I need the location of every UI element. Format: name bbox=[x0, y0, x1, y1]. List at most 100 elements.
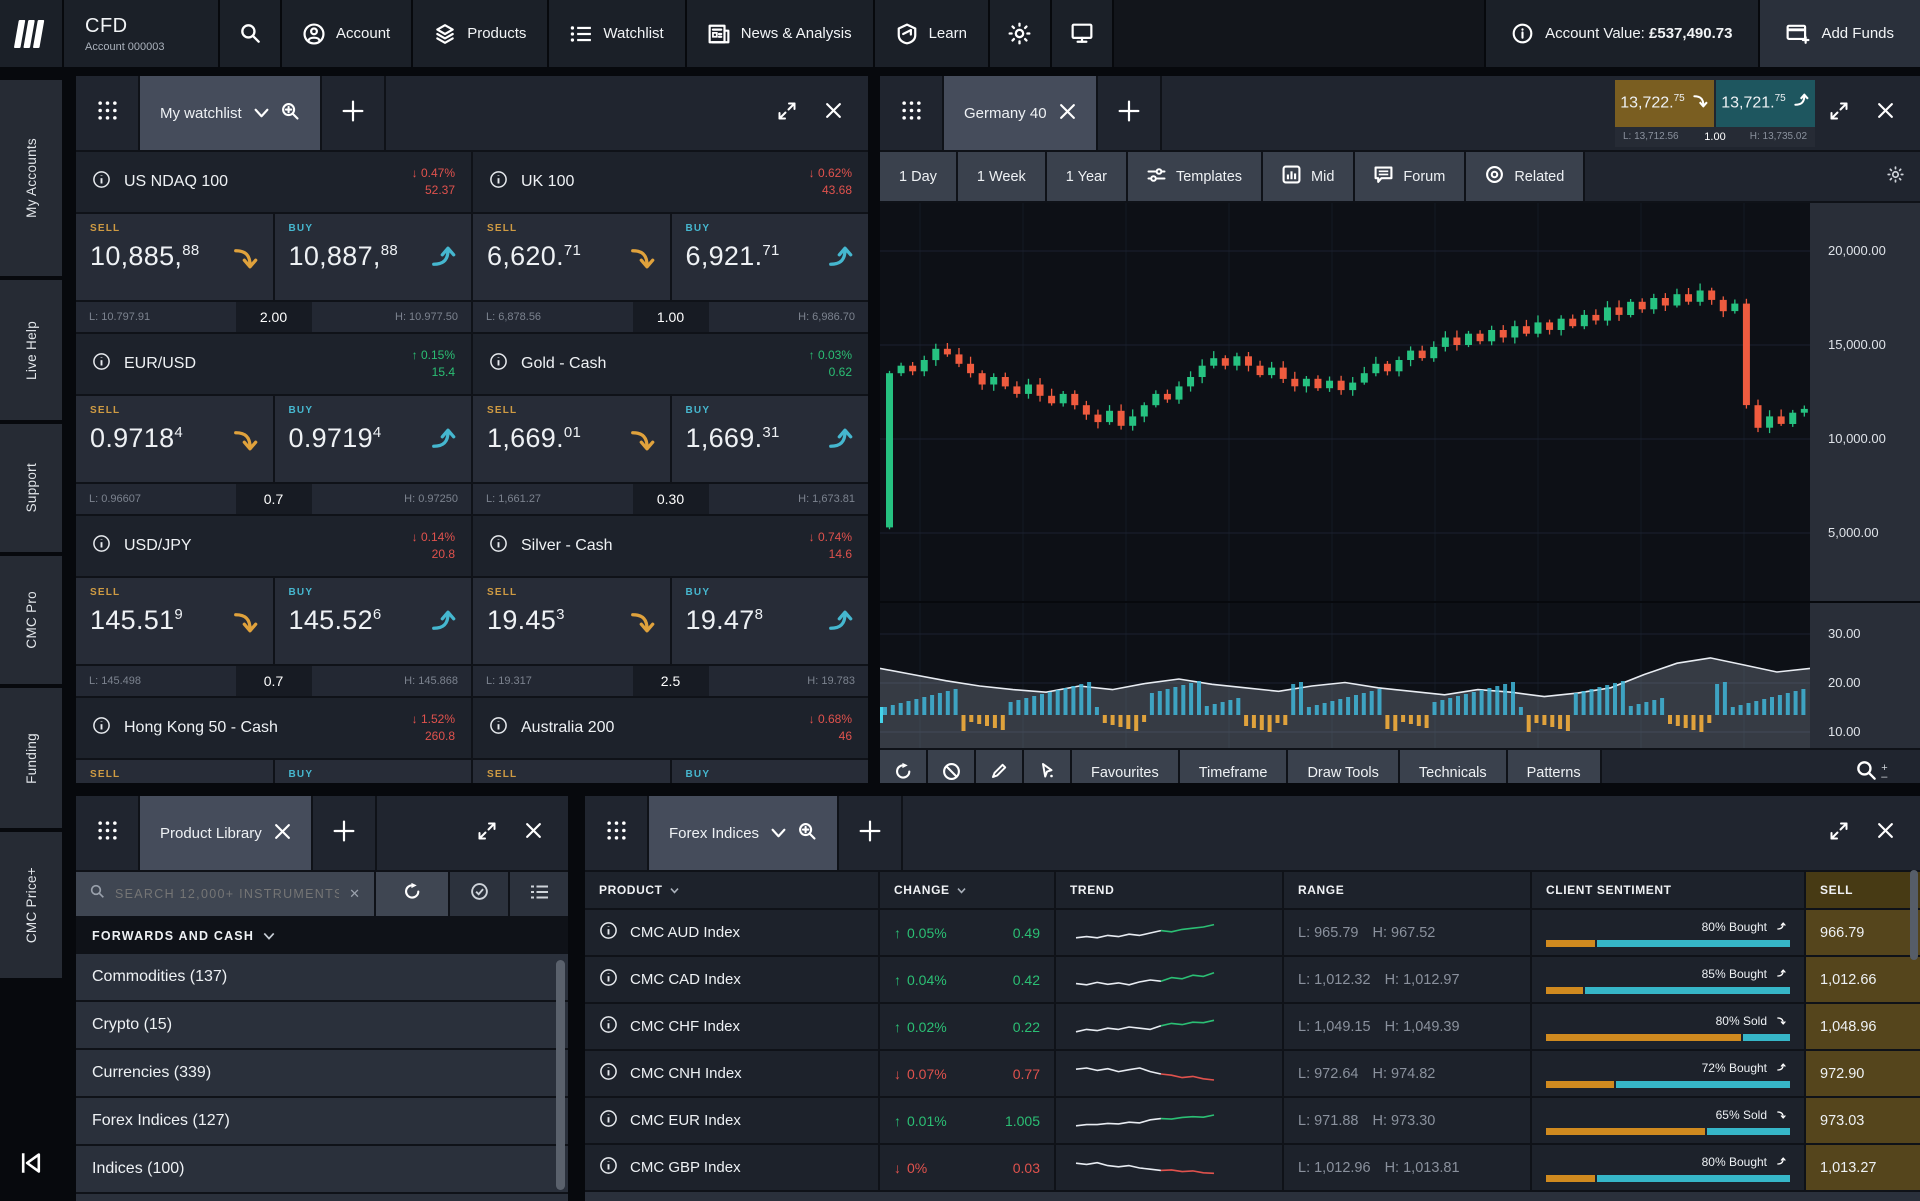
forum-button[interactable]: Forum bbox=[1355, 152, 1464, 201]
search-button[interactable] bbox=[220, 0, 280, 67]
forex-row[interactable]: CMC CHF Index ↑ 0.02% 0.22 L: 1,049.15 H… bbox=[585, 1004, 1920, 1049]
product-cell[interactable]: CMC EUR Index bbox=[585, 1098, 878, 1143]
buy-button[interactable]: BUY bbox=[672, 760, 869, 783]
timeframe-1week-button[interactable]: 1 Week bbox=[958, 152, 1045, 201]
close-icon[interactable] bbox=[525, 822, 542, 844]
settings-button[interactable] bbox=[990, 0, 1050, 67]
instrument-name-row[interactable]: Hong Kong 50 - Cash ↓ 1.52%260.8 bbox=[76, 698, 471, 758]
product-cell[interactable]: CMC GBP Index bbox=[585, 1145, 878, 1190]
nav-products[interactable]: Products bbox=[413, 0, 547, 67]
product-cell[interactable]: CMC AUD Index bbox=[585, 910, 878, 955]
buy-button[interactable]: BUY 1,669.31 bbox=[672, 396, 869, 482]
chart-area[interactable]: 20,000.0015,000.0010,000.005,000.0030.00… bbox=[880, 203, 1920, 748]
sell-button[interactable]: SELL 145.519 bbox=[76, 578, 273, 664]
sell-button[interactable]: SELL 0.97184 bbox=[76, 396, 273, 482]
forex-row[interactable]: CMC GBP Index ↓ 0% 0.03 L: 1,012.96 H: 1… bbox=[585, 1145, 1920, 1190]
buy-button[interactable]: BUY bbox=[275, 760, 472, 783]
sell-button[interactable]: 1,012.66 bbox=[1806, 957, 1920, 1002]
product-library-tab[interactable]: Product Library bbox=[140, 796, 311, 870]
sell-button[interactable]: SELL 1,669.01 bbox=[473, 396, 670, 482]
clear-search-icon[interactable]: ✕ bbox=[349, 886, 360, 902]
category-row[interactable]: Indices (100) bbox=[76, 1146, 568, 1192]
category-row[interactable]: Crypto (15) bbox=[76, 1002, 568, 1048]
info-circle-icon[interactable] bbox=[489, 352, 508, 376]
category-row[interactable]: Commodities (137) bbox=[76, 954, 568, 1000]
refresh-list-button[interactable] bbox=[376, 872, 448, 916]
add-funds-button[interactable]: Add Funds bbox=[1760, 0, 1920, 67]
instrument-name-row[interactable]: Silver - Cash ↓ 0.74%14.6 bbox=[473, 516, 868, 576]
info-circle-icon[interactable] bbox=[92, 716, 111, 740]
close-icon[interactable] bbox=[825, 102, 842, 124]
info-circle-icon[interactable] bbox=[599, 1062, 618, 1085]
forex-row[interactable]: CMC AUD Index ↑ 0.05% 0.49 L: 965.79 H: … bbox=[585, 910, 1920, 955]
sidebar-item-cmc-pro[interactable]: CMC Pro bbox=[0, 556, 62, 684]
maximize-icon[interactable] bbox=[1829, 101, 1849, 126]
mid-button[interactable]: Mid bbox=[1263, 152, 1353, 201]
timeframe-button[interactable]: Timeframe bbox=[1180, 750, 1287, 783]
close-icon[interactable] bbox=[274, 823, 291, 844]
col-product[interactable]: PRODUCT bbox=[585, 872, 878, 908]
info-circle-icon[interactable] bbox=[489, 534, 508, 558]
pointer-button[interactable] bbox=[1024, 750, 1070, 783]
chart-zoom-control[interactable]: +– bbox=[1840, 760, 1904, 783]
info-circle-icon[interactable] bbox=[599, 1109, 618, 1132]
maximize-icon[interactable] bbox=[1829, 821, 1849, 846]
panel-drag-handle[interactable] bbox=[880, 76, 942, 150]
info-circle-icon[interactable] bbox=[92, 534, 111, 558]
list-view-button[interactable] bbox=[510, 872, 568, 916]
info-circle-icon[interactable] bbox=[92, 352, 111, 376]
instrument-name-row[interactable]: US NDAQ 100 ↓ 0.47%52.37 bbox=[76, 152, 471, 212]
col-sell[interactable]: SELL bbox=[1806, 872, 1920, 908]
draw-tools-button[interactable]: Draw Tools bbox=[1288, 750, 1397, 783]
product-cell[interactable]: CMC CNH Index bbox=[585, 1051, 878, 1096]
panel-drag-handle[interactable] bbox=[76, 796, 138, 870]
sell-button[interactable]: 1,048.96 bbox=[1806, 1004, 1920, 1049]
forex-row[interactable]: CMC CNH Index ↓ 0.07% 0.77 L: 972.64 H: … bbox=[585, 1051, 1920, 1096]
sidebar-item-live-help[interactable]: Live Help bbox=[0, 280, 62, 420]
zoom-search-icon[interactable] bbox=[281, 102, 300, 125]
close-icon[interactable] bbox=[1877, 102, 1894, 124]
buy-button[interactable]: BUY 0.97194 bbox=[275, 396, 472, 482]
draw-button[interactable] bbox=[976, 750, 1022, 783]
sidebar-item-cmc-price-plus[interactable]: CMC Price+ bbox=[0, 832, 62, 978]
favourites-button[interactable]: Favourites bbox=[1072, 750, 1178, 783]
col-range[interactable]: RANGE bbox=[1284, 872, 1530, 908]
sidebar-item-funding[interactable]: Funding bbox=[0, 688, 62, 828]
add-tab-button[interactable] bbox=[322, 76, 384, 150]
buy-button[interactable]: BUY 6,921.71 bbox=[672, 214, 869, 300]
forex-row[interactable]: CMC EUR Index ↑ 0.01% 1.005 L: 971.88 H:… bbox=[585, 1098, 1920, 1143]
watchlist-tab[interactable]: My watchlist bbox=[140, 76, 320, 150]
chart-sell-button[interactable]: 13,722.75 bbox=[1615, 80, 1714, 127]
maximize-icon[interactable] bbox=[477, 821, 497, 846]
panel-drag-handle[interactable] bbox=[585, 796, 647, 870]
instrument-name-row[interactable]: UK 100 ↓ 0.62%43.68 bbox=[473, 152, 868, 212]
patterns-button[interactable]: Patterns bbox=[1508, 750, 1600, 783]
info-circle-icon[interactable] bbox=[92, 170, 111, 194]
chevron-down-icon[interactable] bbox=[771, 825, 786, 842]
panel-drag-handle[interactable] bbox=[76, 76, 138, 150]
close-icon[interactable] bbox=[1877, 822, 1894, 844]
close-icon[interactable] bbox=[1059, 103, 1076, 124]
add-tab-button[interactable] bbox=[313, 796, 375, 870]
product-cell[interactable]: CMC CAD Index bbox=[585, 957, 878, 1002]
category-row[interactable]: Forex Indices (127) bbox=[76, 1098, 568, 1144]
zoom-plus-minus[interactable]: +– bbox=[1881, 764, 1887, 782]
disable-drawings-button[interactable] bbox=[928, 750, 974, 783]
sell-button[interactable]: 972.90 bbox=[1806, 1051, 1920, 1096]
buy-button[interactable]: BUY 10,887,88 bbox=[275, 214, 472, 300]
chart-tab-germany-40[interactable]: Germany 40 bbox=[944, 76, 1096, 150]
col-trend[interactable]: TREND bbox=[1056, 872, 1282, 908]
maximize-icon[interactable] bbox=[777, 101, 797, 126]
search-input[interactable] bbox=[115, 887, 339, 901]
scrollbar-thumb[interactable] bbox=[556, 960, 565, 1190]
buy-button[interactable]: BUY 19.478 bbox=[672, 578, 869, 664]
sell-button[interactable]: SELL bbox=[473, 760, 670, 783]
sell-button[interactable]: SELL 19.453 bbox=[473, 578, 670, 664]
sell-button[interactable]: SELL 10,885,88 bbox=[76, 214, 273, 300]
forex-row[interactable]: CMC CAD Index ↑ 0.04% 0.42 L: 1,012.32 H… bbox=[585, 957, 1920, 1002]
timeframe-1year-button[interactable]: 1 Year bbox=[1047, 152, 1126, 201]
forex-indices-tab[interactable]: Forex Indices bbox=[649, 796, 837, 870]
sell-button[interactable]: 966.79 bbox=[1806, 910, 1920, 955]
timeframe-1day-button[interactable]: 1 Day bbox=[880, 152, 956, 201]
buy-button[interactable]: BUY 145.526 bbox=[275, 578, 472, 664]
